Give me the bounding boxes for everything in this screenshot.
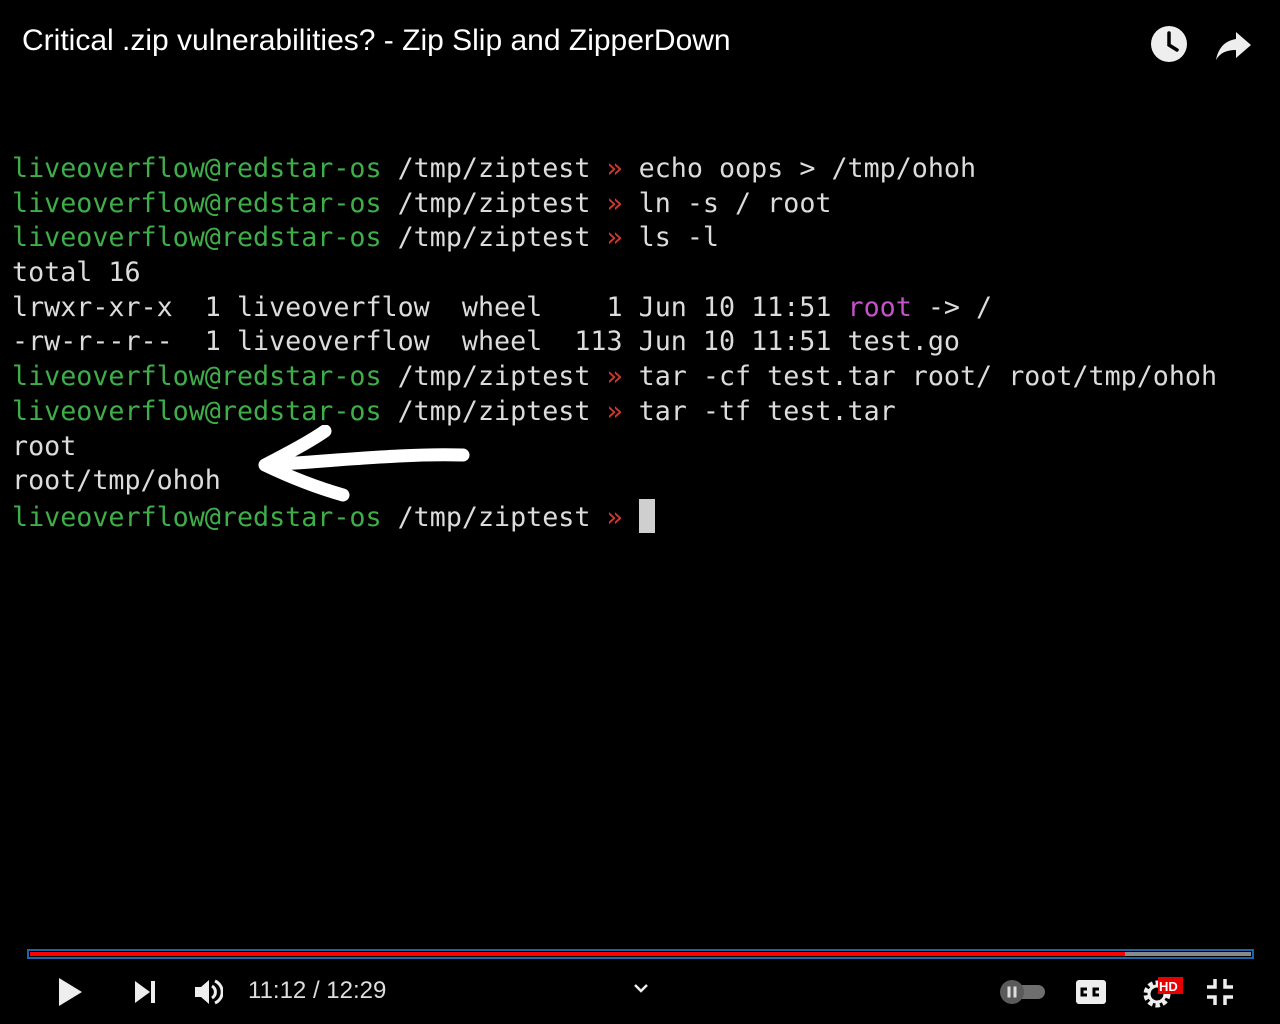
play-button[interactable] [52, 974, 88, 1010]
output-text: lrwxr-xr-x 1 liveoverflow wheel 1 Jun 10… [12, 291, 848, 323]
video-title: Critical .zip vulnerabilities? - Zip Sli… [22, 24, 731, 57]
time-display: 11:12 / 12:29 [248, 977, 387, 1004]
exit-fullscreen-button[interactable] [1202, 974, 1238, 1010]
share-icon[interactable] [1214, 24, 1254, 64]
symlink-name: root [847, 291, 912, 323]
prompt-path: /tmp/ziptest [381, 361, 607, 393]
chevron-down-icon [634, 984, 648, 993]
terminal-line: liveoverflow@redstar-os /tmp/ziptest » t… [12, 360, 1217, 395]
prompt-path: /tmp/ziptest [381, 222, 607, 254]
prompt-path: /tmp/ziptest [381, 187, 607, 219]
command-text: ln -s / root [622, 187, 832, 219]
prompt-user: liveoverflow@redstar-os [12, 501, 382, 533]
terminal-line: liveoverflow@redstar-os /tmp/ziptest » l… [12, 221, 1217, 256]
command-text: tar -cf test.tar root/ root/tmp/ohoh [622, 361, 1218, 393]
prompt-path: /tmp/ziptest [381, 153, 607, 184]
volume-button[interactable] [190, 974, 226, 1010]
chapter-chevron[interactable] [628, 976, 654, 1000]
next-button[interactable] [128, 974, 162, 1010]
command-text [623, 502, 639, 533]
command-text: tar -tf test.tar [622, 395, 896, 427]
terminal-line: liveoverflow@redstar-os /tmp/ziptest » e… [12, 152, 1217, 187]
prompt-symbol: » [606, 361, 623, 393]
terminal-line: root/tmp/ohoh [12, 464, 1217, 499]
prompt-user: liveoverflow@redstar-os [12, 222, 382, 254]
cc-icon [1076, 980, 1106, 1004]
prompt-user: liveoverflow@redstar-os [12, 361, 382, 393]
terminal-cursor [638, 498, 655, 533]
output-text: -> / [911, 291, 993, 323]
prompt-symbol: » [606, 501, 623, 533]
skip-next-icon [135, 981, 155, 1003]
exit-fullscreen-icon [1207, 979, 1233, 1005]
terminal-line: lrwxr-xr-x 1 liveoverflow wheel 1 Jun 10… [12, 291, 1217, 326]
hd-badge: HD [1159, 979, 1178, 994]
captions-button[interactable] [1072, 974, 1110, 1010]
settings-button[interactable]: HD [1138, 974, 1184, 1010]
progress-bar[interactable] [27, 949, 1254, 959]
command-text: echo oops > /tmp/ohoh [622, 153, 977, 184]
terminal-line: liveoverflow@redstar-os /tmp/ziptest » l… [12, 187, 1217, 222]
prompt-user: liveoverflow@redstar-os [12, 153, 382, 184]
command-text: ls -l [622, 222, 719, 254]
autoplay-toggle[interactable] [995, 974, 1049, 1010]
terminal-line: liveoverflow@redstar-os /tmp/ziptest » [12, 498, 1217, 534]
output-text: root [12, 430, 77, 462]
terminal-line: total 16 [12, 256, 1217, 291]
prompt-symbol: » [606, 222, 623, 254]
volume-icon [195, 979, 223, 1005]
terminal-line: liveoverflow@redstar-os /tmp/ziptest » t… [12, 395, 1217, 430]
arrow-annotation [258, 425, 470, 502]
progress-played [30, 952, 1126, 956]
prompt-symbol: » [606, 153, 623, 184]
play-icon [59, 978, 82, 1006]
prompt-user: liveoverflow@redstar-os [12, 395, 382, 427]
output-text: root/tmp/ohoh [12, 465, 221, 497]
terminal-line: -rw-r--r-- 1 liveoverflow wheel 113 Jun … [12, 325, 1217, 360]
prompt-user: liveoverflow@redstar-os [12, 187, 382, 219]
output-text: -rw-r--r-- 1 liveoverflow wheel 113 Jun … [12, 326, 960, 358]
prompt-symbol: » [606, 395, 623, 427]
output-text: total 16 [12, 257, 141, 289]
watch-later-icon[interactable] [1149, 24, 1189, 64]
prompt-path: /tmp/ziptest [381, 501, 607, 533]
terminal-line: root [12, 430, 1217, 465]
terminal-output: liveoverflow@redstar-os /tmp/ziptest » e… [12, 152, 1217, 534]
prompt-symbol: » [606, 187, 623, 219]
prompt-path: /tmp/ziptest [381, 395, 607, 427]
